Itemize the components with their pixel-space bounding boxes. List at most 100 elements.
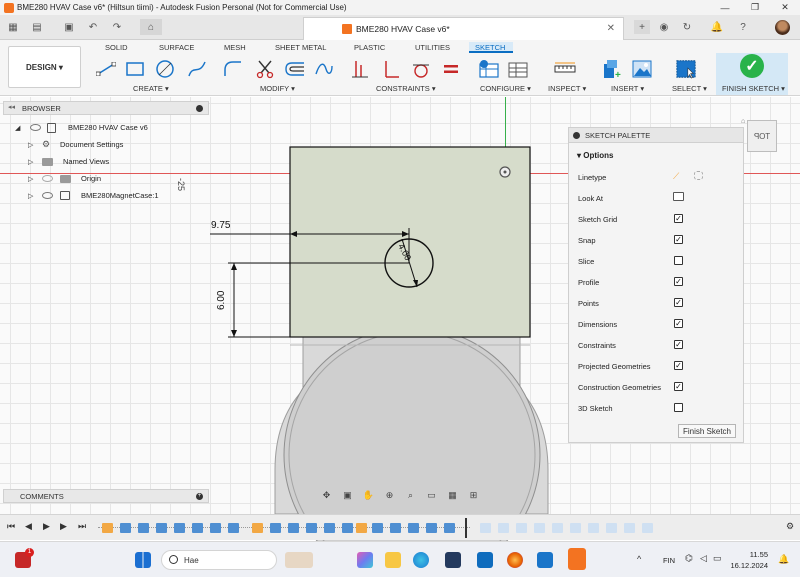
timeline-feature[interactable] — [324, 523, 335, 533]
volume-icon[interactable]: ◁ — [700, 553, 707, 564]
timeline-suppressed-feature[interactable] — [552, 523, 563, 533]
firefox-icon[interactable] — [507, 552, 523, 568]
timeline-next-icon[interactable]: ▶ — [60, 521, 67, 532]
timeline-feature[interactable] — [306, 523, 317, 533]
widgets-icon[interactable] — [285, 552, 313, 568]
timeline-play-icon[interactable]: ▶ — [43, 521, 50, 532]
comments-panel-header[interactable]: COMMENTS + — [3, 489, 209, 503]
taskbar-clock[interactable]: 11.55 16.12.2024 — [722, 549, 768, 571]
timeline-suppressed-feature[interactable] — [516, 523, 527, 533]
notification-bell-icon[interactable]: 🔔 — [778, 554, 789, 565]
timeline-feature[interactable] — [228, 523, 239, 533]
viewports-icon[interactable]: ⊞ — [467, 490, 481, 502]
profile-checkbox[interactable]: ✓ — [674, 277, 683, 286]
expand-triangle-icon[interactable]: ▷ — [28, 175, 33, 183]
app-c-icon[interactable] — [537, 552, 553, 568]
row-label: Profile — [578, 278, 600, 287]
palette-row-points: Points — [578, 299, 599, 308]
timeline-suppressed-feature[interactable] — [624, 523, 635, 533]
display-settings-icon[interactable]: ▭ — [425, 490, 439, 502]
timeline-sketch-feature[interactable] — [102, 523, 113, 533]
timeline-marker[interactable] — [465, 518, 467, 538]
viewcube-home-icon[interactable]: ⌂ — [741, 118, 745, 125]
fusion-taskbar-icon[interactable] — [568, 548, 586, 570]
timeline-feature[interactable] — [156, 523, 167, 533]
start-icon[interactable] — [135, 552, 151, 568]
file-explorer-icon[interactable] — [385, 552, 401, 568]
timeline-feature[interactable] — [138, 523, 149, 533]
timeline-feature[interactable] — [342, 523, 353, 533]
collapse-triangle-icon[interactable]: ◢ — [15, 124, 20, 132]
look-at-icon[interactable] — [673, 192, 684, 201]
timeline-prev-icon[interactable]: ◀ — [25, 521, 32, 532]
3d-sketch-checkbox[interactable] — [674, 403, 683, 412]
palette-close-icon[interactable] — [573, 132, 580, 139]
zoom-icon[interactable]: ⊕ — [383, 490, 397, 502]
sketch-rectangle-profile[interactable] — [289, 146, 531, 338]
snap-checkbox[interactable]: ✓ — [674, 235, 683, 244]
visibility-eye-icon[interactable] — [42, 175, 53, 182]
timeline-feature[interactable] — [426, 523, 437, 533]
timeline-feature[interactable] — [390, 523, 401, 533]
timeline-feature[interactable] — [174, 523, 185, 533]
expand-triangle-icon[interactable]: ▷ — [28, 192, 33, 200]
dimensions-checkbox[interactable]: ✓ — [674, 319, 683, 328]
finish-sketch-button[interactable]: Finish Sketch — [678, 424, 736, 438]
edge-icon[interactable] — [413, 552, 429, 568]
timeline-feature[interactable] — [288, 523, 299, 533]
timeline-suppressed-feature[interactable] — [606, 523, 617, 533]
timeline-sketch-feature[interactable] — [252, 523, 263, 533]
timeline-feature[interactable] — [210, 523, 221, 533]
timeline-suppressed-feature[interactable] — [498, 523, 509, 533]
network-icon[interactable]: ⌬ — [685, 553, 693, 564]
options-section-title[interactable]: ▾ Options — [577, 151, 613, 160]
dimension-9-75[interactable]: 9.75 — [211, 220, 230, 231]
timeline-feature[interactable] — [408, 523, 419, 533]
centerline-linetype-icon[interactable] — [694, 171, 703, 180]
slice-checkbox[interactable] — [674, 256, 683, 265]
construction-linetype-icon[interactable]: ⟋ — [673, 171, 679, 182]
projected-geometries-checkbox[interactable]: ✓ — [674, 361, 683, 370]
add-comment-icon[interactable]: + — [196, 493, 203, 500]
copilot-icon[interactable] — [357, 552, 373, 568]
timeline-start-icon[interactable]: ⏮ — [7, 521, 15, 532]
view-cube[interactable]: TOP — [747, 120, 777, 152]
timeline-feature[interactable] — [120, 523, 131, 533]
visibility-eye-icon[interactable] — [30, 124, 41, 131]
look-at-nav-icon[interactable]: ▣ — [341, 490, 355, 502]
browser-close-icon[interactable] — [196, 105, 203, 112]
points-checkbox[interactable]: ✓ — [674, 298, 683, 307]
taskbar-search[interactable]: Hae — [161, 550, 277, 570]
collapse-icon[interactable]: ◂◂ — [8, 103, 15, 111]
grid-settings-icon[interactable]: ▦ — [446, 490, 460, 502]
timeline-feature[interactable] — [444, 523, 455, 533]
timeline-suppressed-feature[interactable] — [570, 523, 581, 533]
visibility-eye-icon[interactable] — [42, 192, 53, 199]
timeline-end-icon[interactable]: ⏭ — [78, 521, 86, 532]
timeline-settings-icon[interactable]: ⚙ — [786, 521, 794, 532]
store-icon[interactable] — [445, 552, 461, 568]
expand-triangle-icon[interactable]: ▷ — [28, 158, 33, 166]
timeline-sketch-feature[interactable] — [356, 523, 367, 533]
battery-icon[interactable]: ▭ — [713, 553, 722, 564]
pan-icon[interactable]: ✋ — [362, 490, 376, 502]
timeline-suppressed-feature[interactable] — [642, 523, 653, 533]
fit-icon[interactable]: ⌕ — [404, 490, 418, 502]
outlook-icon[interactable] — [477, 552, 493, 568]
construction-geometries-checkbox[interactable]: ✓ — [674, 382, 683, 391]
browser-header[interactable]: ◂◂ BROWSER — [3, 101, 209, 115]
timeline-suppressed-feature[interactable] — [588, 523, 599, 533]
language-indicator[interactable]: FIN — [663, 556, 675, 565]
tray-chevron-icon[interactable]: ^ — [637, 554, 641, 564]
timeline-feature[interactable] — [372, 523, 383, 533]
timeline-feature[interactable] — [270, 523, 281, 533]
constraints-checkbox[interactable]: ✓ — [674, 340, 683, 349]
timeline-suppressed-feature[interactable] — [480, 523, 491, 533]
palette-header[interactable]: SKETCH PALETTE — [569, 128, 743, 143]
timeline-feature[interactable] — [192, 523, 203, 533]
expand-triangle-icon[interactable]: ▷ — [28, 141, 33, 149]
timeline-suppressed-feature[interactable] — [534, 523, 545, 533]
dimension-6-00[interactable]: 6.00 — [216, 291, 227, 310]
orbit-icon[interactable]: ✥ — [320, 490, 334, 502]
sketch-grid-checkbox[interactable]: ✓ — [674, 214, 683, 223]
